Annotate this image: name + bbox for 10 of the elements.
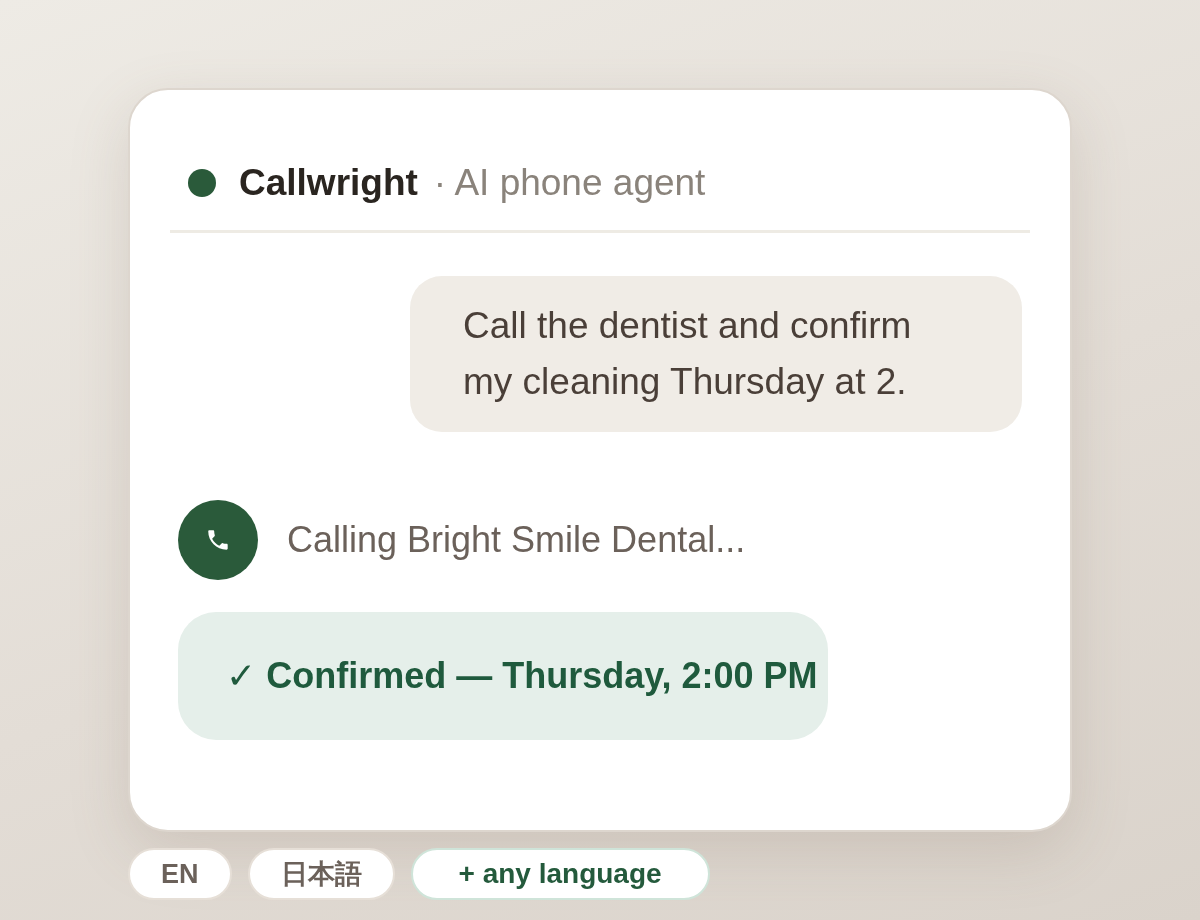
language-chip[interactable]: 日本語: [247, 848, 395, 900]
language-chip[interactable]: + any language: [410, 848, 710, 900]
confirmation-message: ✓ Confirmed — Thursday, 2:00 PM: [178, 612, 828, 740]
call-status-text: Calling Bright Smile Dental...: [287, 519, 746, 561]
status-dot-icon: [188, 169, 216, 197]
agent-name: Callwright: [239, 161, 418, 205]
agent-tagline: · AI phone agent: [433, 161, 706, 205]
phone-icon: [178, 500, 258, 580]
user-message: Call the dentist and confirm my cleaning Thursday at 2.: [410, 276, 1022, 432]
language-chip[interactable]: EN: [128, 848, 232, 900]
